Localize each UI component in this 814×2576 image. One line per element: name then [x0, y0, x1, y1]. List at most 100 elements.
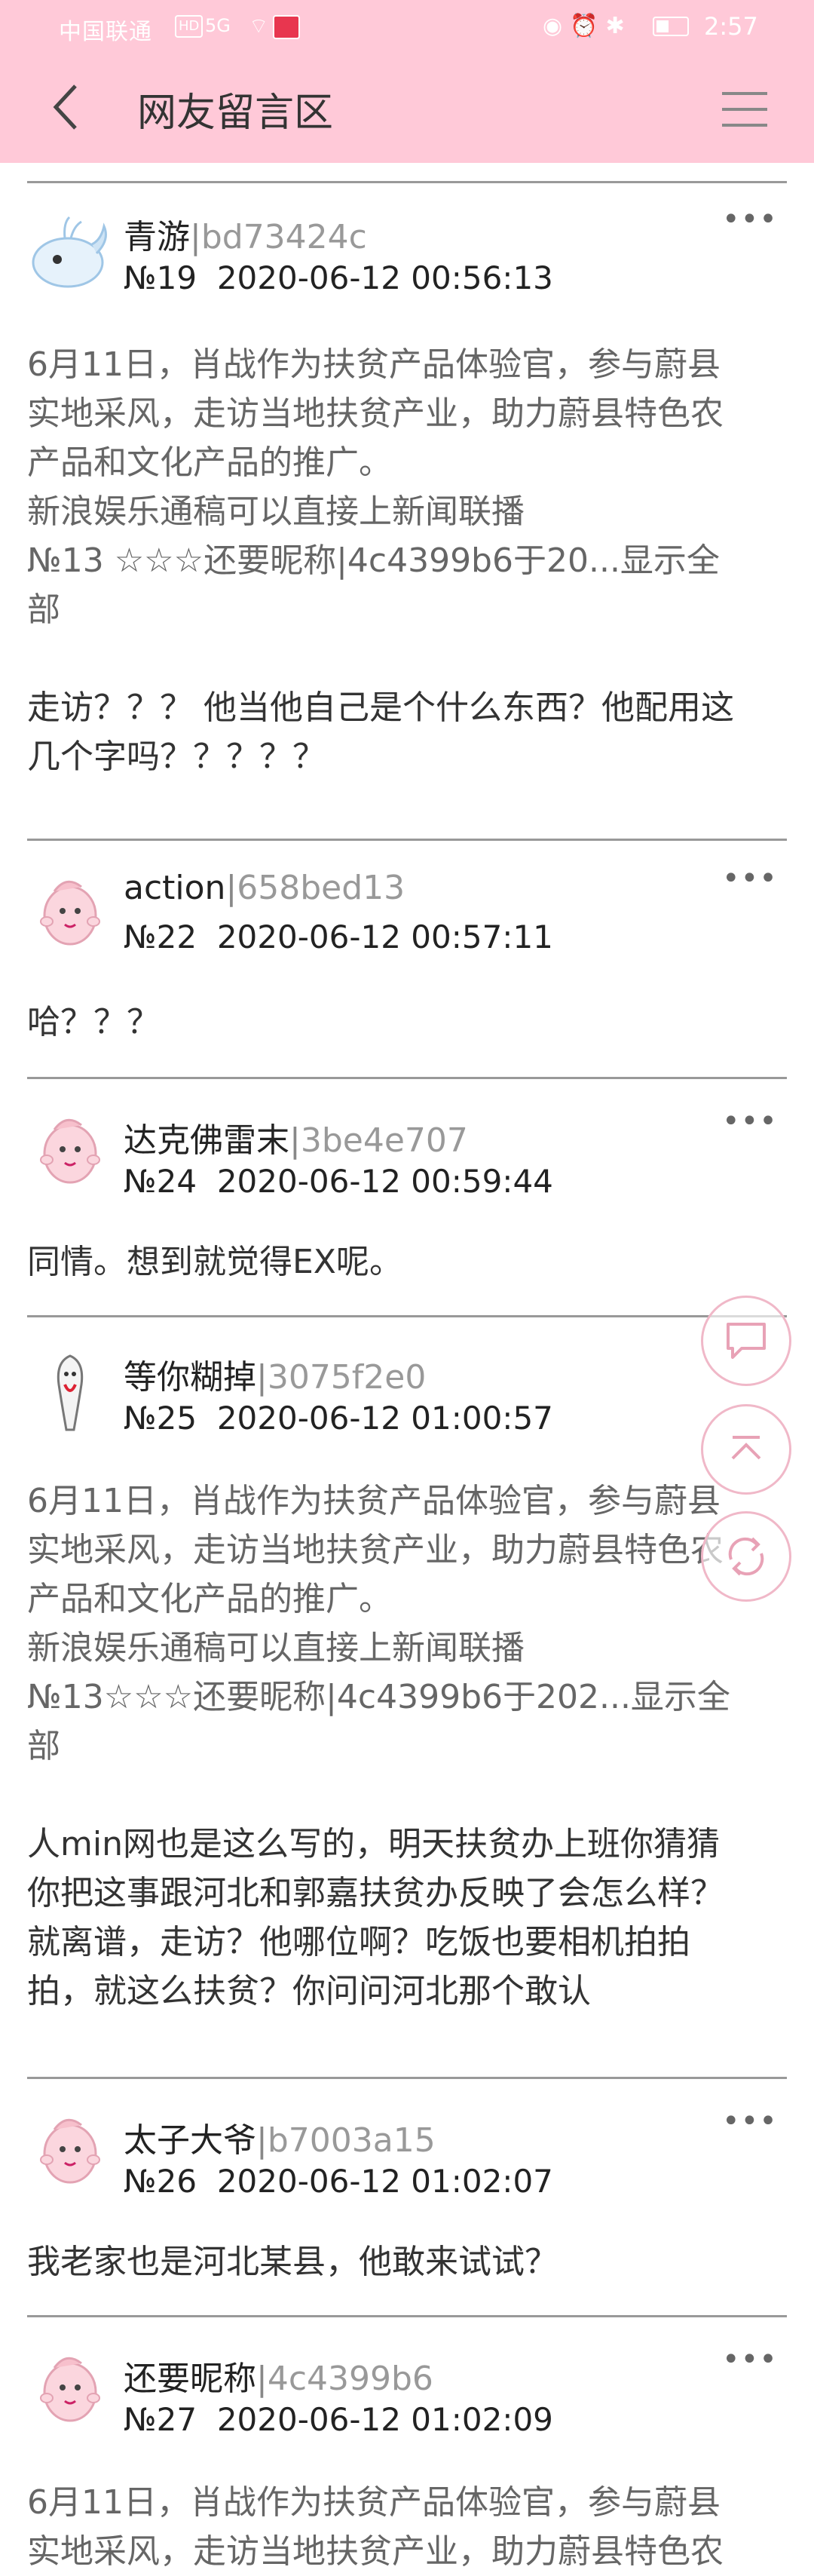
post-meta: №19 2020-06-12 00:56:13 [124, 259, 553, 296]
quote-line: 6月11日，肖战作为扶贫产品体验官，参与蔚县 [27, 2483, 721, 2522]
more-dots-icon[interactable]: ••• [722, 861, 778, 896]
quote-line: 实地采风，走访当地扶贫产业，助力蔚县特色农 [27, 2532, 724, 2571]
post-body: 我老家也是河北某县，他敢来试试？ [27, 2237, 788, 2286]
wifi-icon: ⌔ [249, 14, 269, 38]
reply-line: 几个字吗？？？？？ [27, 738, 326, 776]
reply-text: 同情。想到就觉得EX呢。 [27, 1237, 788, 1286]
author-hash: 658bed13 [237, 869, 405, 907]
quote-line: 产品和文化产品的推广。 [27, 1580, 392, 1618]
quoted-text: 6月11日，肖战作为扶贫产品体验官，参与蔚县 实地采风，走访当地扶贫产业，助力蔚… [27, 2478, 788, 2576]
avatar [29, 210, 112, 293]
quote-line: 新浪娱乐通稿可以直接上新闻联播 [27, 1629, 525, 1667]
post-body: 6月11日，肖战作为扶贫产品体验官，参与蔚县 实地采风，走访当地扶贫产业，助力蔚… [27, 1477, 788, 2016]
more-dots-icon[interactable]: ••• [722, 2104, 778, 2139]
quote-line[interactable]: 部 [27, 1722, 788, 1771]
post-meta: №27 2020-06-12 01:02:09 [124, 2401, 553, 2438]
author-name-text: 太子大爷 [124, 2121, 256, 2160]
post-time: 2020-06-12 01:02:07 [216, 2163, 553, 2200]
post-time: 2020-06-12 00:56:13 [216, 259, 553, 296]
post-divider [27, 1077, 787, 1079]
more-dots-icon[interactable]: ••• [722, 1104, 778, 1139]
post-divider [27, 2077, 787, 2079]
quote-line: 实地采风，走访当地扶贫产业，助力蔚县特色农 [27, 1531, 724, 1569]
post-divider [27, 1315, 787, 1317]
signal-label: 5G [205, 15, 231, 36]
more-dots-icon[interactable]: ••• [722, 2342, 778, 2377]
author-hash: bd73424c [200, 218, 367, 256]
post-time: 2020-06-12 00:57:11 [216, 918, 553, 955]
reply-line: 你把这事跟河北和郭嘉扶贫办反映了会怎么样？ [27, 1874, 724, 1912]
chevron-left-icon[interactable] [47, 77, 92, 137]
page-title: 网友留言区 [137, 90, 334, 136]
carrier-label: 中国联通 [59, 19, 152, 45]
quote-line[interactable]: 部 [27, 585, 788, 634]
post-meta: №22 2020-06-12 00:57:11 [124, 918, 553, 955]
hamburger-menu-icon[interactable] [722, 92, 767, 127]
refresh-button[interactable] [701, 1511, 791, 1602]
post-meta: №26 2020-06-12 01:02:07 [124, 2163, 553, 2200]
author-name[interactable]: 还要昵称|4c4399b6 [124, 2351, 433, 2400]
hd-indicator: HD [175, 15, 204, 38]
quote-line: 实地采风，走访当地扶贫产业，助力蔚县特色农 [27, 394, 724, 433]
author-name[interactable]: 太子大爷|b7003a15 [124, 2113, 436, 2161]
app-header: 网友留言区 [0, 54, 814, 163]
floor-number: №19 [124, 259, 197, 296]
author-name[interactable]: 等你糊掉|3075f2e0 [124, 1350, 426, 1398]
post-body: 同情。想到就觉得EX呢。 [27, 1237, 788, 1286]
comment-button[interactable] [701, 1296, 791, 1386]
author-hash: b7003a15 [267, 2121, 436, 2160]
author-name-text: 达克佛雷末 [124, 1121, 289, 1160]
avatar [29, 1107, 112, 1190]
author-name-text: 还要昵称 [124, 2360, 256, 2398]
quote-line[interactable]: №13☆☆☆还要昵称|4c4399b6于202...显示全 [27, 1673, 788, 1722]
quote-line: 产品和文化产品的推广。 [27, 443, 392, 482]
floor-number: №25 [124, 1400, 197, 1437]
post-time: 2020-06-12 00:59:44 [216, 1163, 553, 1200]
reply-line: 同情。想到就觉得EX呢。 [27, 1243, 402, 1281]
quote-line: 6月11日，肖战作为扶贫产品体验官，参与蔚县 [27, 345, 721, 384]
post-divider [27, 181, 787, 183]
clock: 2:57 [704, 12, 758, 41]
more-dots-icon[interactable]: ••• [722, 202, 778, 237]
author-name-text: 等你糊掉 [124, 1358, 256, 1397]
post-body: 6月11日，肖战作为扶贫产品体验官，参与蔚县 实地采风，走访当地扶贫产业，助力蔚… [27, 2478, 788, 2576]
avatar [29, 869, 112, 952]
reply-text: 人min网也是这么写的，明天扶贫办上班你猜猜 你把这事跟河北和郭嘉扶贫办反映了会… [27, 1820, 788, 2016]
author-name[interactable]: 达克佛雷末|3be4e707 [124, 1113, 468, 1161]
floor-number: №24 [124, 1163, 197, 1200]
floor-number: №22 [124, 918, 197, 955]
back-to-top-button[interactable] [701, 1404, 791, 1495]
author-name[interactable]: action|658bed13 [124, 869, 405, 907]
reply-line: 哈？？？ [27, 1003, 160, 1041]
quote-line: 6月11日，肖战作为扶贫产品体验官，参与蔚县 [27, 1482, 721, 1520]
author-name-text: action [124, 869, 226, 907]
avatar [29, 2345, 112, 2428]
status-icons: ◉⏰✱ [543, 13, 632, 39]
author-hash: 4c4399b6 [267, 2360, 433, 2398]
reply-line: 人min网也是这么写的，明天扶贫办上班你猜猜 [27, 1825, 720, 1863]
post-time: 2020-06-12 01:00:57 [216, 1400, 553, 1437]
avatar [29, 2107, 112, 2190]
quoted-text: 6月11日，肖战作为扶贫产品体验官，参与蔚县 实地采风，走访当地扶贫产业，助力蔚… [27, 1477, 788, 1771]
post-divider [27, 2315, 787, 2317]
battery-icon [653, 17, 689, 36]
author-hash: 3075f2e0 [267, 1358, 427, 1397]
notification-icon [273, 15, 300, 39]
reply-line: 走访？？？ 他当他自己是个什么东西？他配用这 [27, 688, 734, 727]
quote-line[interactable]: №13 ☆☆☆还要昵称|4c4399b6于20...显示全 [27, 536, 788, 585]
reply-line: 就离谱，走访？他哪位啊？吃饭也要相机拍拍 [27, 1923, 690, 1961]
author-name-text: 青游 [124, 218, 190, 256]
post-meta: №25 2020-06-12 01:00:57 [124, 1400, 553, 1437]
floor-number: №27 [124, 2401, 197, 2438]
status-bar: 中国联通 HD 5G ⌔ ◉⏰✱ 2:57 [0, 0, 814, 54]
reply-line: 我老家也是河北某县，他敢来试试？ [27, 2243, 558, 2281]
post-divider [27, 839, 787, 841]
post-body: 哈？？？ [27, 998, 788, 1047]
avatar [29, 1351, 112, 1434]
reply-text: 我老家也是河北某县，他敢来试试？ [27, 2237, 788, 2286]
floor-number: №26 [124, 2163, 197, 2200]
author-name[interactable]: 青游|bd73424c [124, 210, 367, 258]
post-body: 6月11日，肖战作为扶贫产品体验官，参与蔚县 实地采风，走访当地扶贫产业，助力蔚… [27, 340, 788, 781]
reply-line: 拍，就这么扶贫？你问问河北那个敢认 [27, 1972, 591, 2010]
reply-text: 走访？？？ 他当他自己是个什么东西？他配用这 几个字吗？？？？？ [27, 683, 788, 781]
